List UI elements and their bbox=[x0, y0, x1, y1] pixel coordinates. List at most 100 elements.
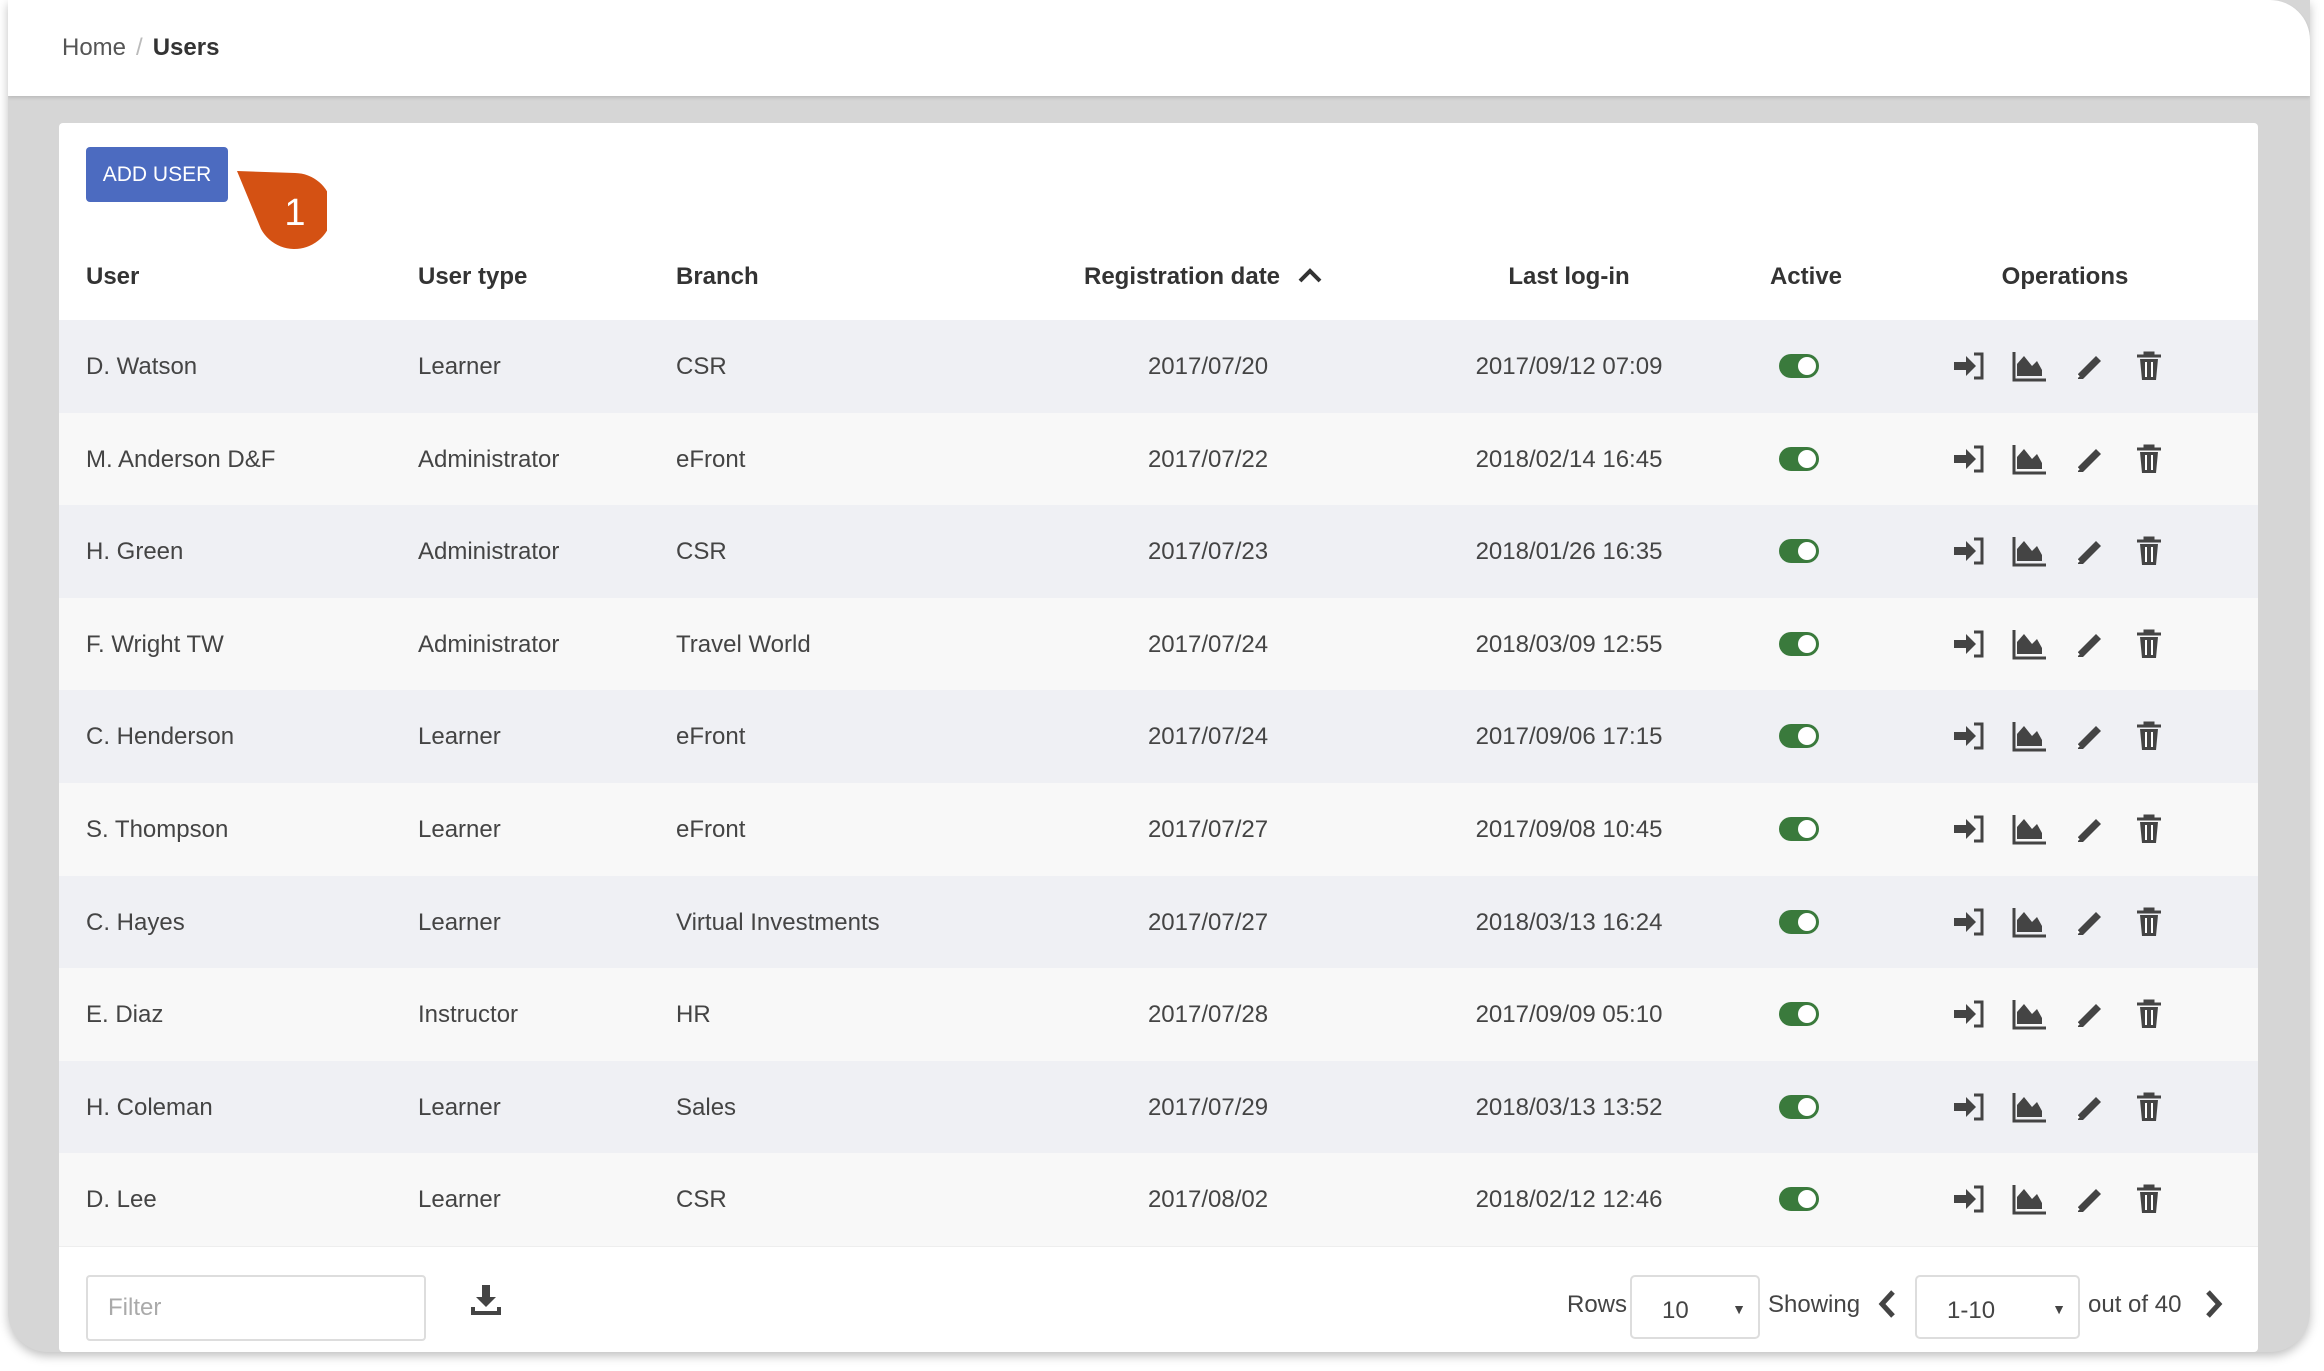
next-page-icon[interactable] bbox=[2204, 1289, 2224, 1319]
pencil-icon[interactable] bbox=[2072, 628, 2106, 660]
login-icon[interactable] bbox=[1952, 813, 1986, 845]
pencil-icon[interactable] bbox=[2072, 998, 2106, 1030]
cell-user[interactable]: C. Henderson bbox=[86, 723, 234, 751]
pencil-icon[interactable] bbox=[2072, 720, 2106, 752]
chart-area-icon[interactable] bbox=[2012, 535, 2046, 567]
pencil-icon[interactable] bbox=[2072, 1183, 2106, 1215]
chart-area-icon[interactable] bbox=[2012, 906, 2046, 938]
active-toggle[interactable] bbox=[1779, 1002, 1819, 1027]
header-operations: Operations bbox=[2001, 263, 2129, 290]
cell-user[interactable]: S. Thompson bbox=[86, 816, 228, 844]
out-of-label: out of 40 bbox=[2088, 1291, 2182, 1318]
cell-last-login: 2018/01/26 16:35 bbox=[1475, 538, 1663, 566]
users-card: ADD USER 1 User User type Branch Registr… bbox=[59, 123, 2258, 1352]
callout-number: 1 bbox=[284, 192, 305, 234]
chart-area-icon[interactable] bbox=[2012, 443, 2046, 475]
login-icon[interactable] bbox=[1952, 1183, 1986, 1215]
cell-user[interactable]: E. Diaz bbox=[86, 1001, 163, 1029]
breadcrumb-home[interactable]: Home bbox=[62, 34, 126, 61]
cell-registration-date: 2017/07/23 bbox=[1147, 538, 1269, 566]
cell-last-login: 2017/09/08 10:45 bbox=[1475, 816, 1663, 843]
trash-icon[interactable] bbox=[2132, 628, 2166, 660]
rows-per-page-select[interactable]: 10 ▼ bbox=[1630, 1275, 1760, 1339]
cell-registration-date: 2017/07/27 bbox=[1147, 908, 1269, 936]
trash-icon[interactable] bbox=[2132, 350, 2166, 382]
cell-branch: eFront bbox=[676, 816, 746, 843]
trash-icon[interactable] bbox=[2132, 813, 2166, 845]
cell-last-login: 2018/03/13 16:24 bbox=[1475, 908, 1663, 936]
trash-icon[interactable] bbox=[2132, 998, 2166, 1030]
cell-user[interactable]: D. Lee bbox=[86, 1186, 157, 1214]
cell-user[interactable]: C. Hayes bbox=[86, 909, 185, 937]
chart-area-icon[interactable] bbox=[2012, 628, 2046, 660]
pencil-icon[interactable] bbox=[2072, 813, 2106, 845]
login-icon[interactable] bbox=[1952, 1091, 1986, 1123]
add-user-button[interactable]: ADD USER bbox=[86, 147, 228, 202]
header-user-type[interactable]: User type bbox=[418, 263, 527, 291]
top-bar: Home / Users bbox=[8, 0, 2310, 96]
active-toggle[interactable] bbox=[1779, 539, 1819, 564]
cell-branch: HR bbox=[676, 1001, 711, 1029]
trash-icon[interactable] bbox=[2132, 535, 2166, 567]
header-user[interactable]: User bbox=[86, 263, 139, 291]
active-toggle[interactable] bbox=[1779, 631, 1819, 656]
header-active[interactable]: Active bbox=[1770, 263, 1842, 291]
pencil-icon[interactable] bbox=[2072, 350, 2106, 382]
cell-user-type: Administrator bbox=[418, 538, 560, 566]
header-branch[interactable]: Branch bbox=[676, 263, 759, 291]
pencil-icon[interactable] bbox=[2072, 443, 2106, 475]
cell-user[interactable]: M. Anderson D&F bbox=[86, 446, 275, 474]
download-icon[interactable] bbox=[469, 1283, 503, 1317]
table-row: E. Diaz Instructor HR 2017/07/28 2017/09… bbox=[59, 968, 2258, 1062]
cell-user[interactable]: H. Coleman bbox=[86, 1094, 213, 1122]
pencil-icon[interactable] bbox=[2072, 906, 2106, 938]
cell-registration-date: 2017/08/02 bbox=[1147, 1186, 1269, 1214]
sort-ascending-icon bbox=[1298, 268, 1322, 283]
login-icon[interactable] bbox=[1952, 906, 1986, 938]
breadcrumb: Home / Users bbox=[62, 34, 219, 62]
cell-user[interactable]: F. Wright TW bbox=[86, 631, 224, 659]
table-row: M. Anderson D&F Administrator eFront 201… bbox=[59, 412, 2258, 506]
cell-user[interactable]: D. Watson bbox=[86, 353, 197, 381]
cell-user-type: Learner bbox=[418, 908, 501, 936]
header-registration-date[interactable]: Registration date bbox=[1084, 263, 1323, 291]
trash-icon[interactable] bbox=[2132, 1183, 2166, 1215]
chart-area-icon[interactable] bbox=[2012, 1091, 2046, 1123]
cell-registration-date: 2017/07/29 bbox=[1147, 1093, 1269, 1121]
pencil-icon[interactable] bbox=[2072, 535, 2106, 567]
active-toggle[interactable] bbox=[1779, 1187, 1819, 1212]
pencil-icon[interactable] bbox=[2072, 1091, 2106, 1123]
previous-page-icon[interactable] bbox=[1877, 1289, 1897, 1319]
chart-area-icon[interactable] bbox=[2012, 1183, 2046, 1215]
active-toggle[interactable] bbox=[1779, 354, 1819, 378]
page-range-value: 1-10 bbox=[1947, 1297, 1996, 1324]
login-icon[interactable] bbox=[1952, 998, 1986, 1030]
filter-input[interactable] bbox=[86, 1275, 426, 1341]
header-last-login[interactable]: Last log-in bbox=[1508, 263, 1629, 291]
login-icon[interactable] bbox=[1952, 535, 1986, 567]
active-toggle[interactable] bbox=[1779, 909, 1819, 934]
page-range-select[interactable]: 1-10 ▼ bbox=[1915, 1275, 2080, 1339]
cell-user[interactable]: H. Green bbox=[86, 538, 183, 566]
trash-icon[interactable] bbox=[2132, 906, 2166, 938]
chart-area-icon[interactable] bbox=[2012, 998, 2046, 1030]
active-toggle[interactable] bbox=[1779, 724, 1819, 749]
header-registration-date-label: Registration date bbox=[1084, 263, 1281, 290]
table-row: D. Lee Learner CSR 2017/08/02 2018/02/12… bbox=[59, 1153, 2258, 1247]
trash-icon[interactable] bbox=[2132, 720, 2166, 752]
trash-icon[interactable] bbox=[2132, 1091, 2166, 1123]
cell-last-login: 2017/09/09 05:10 bbox=[1475, 1001, 1663, 1029]
login-icon[interactable] bbox=[1952, 350, 1986, 382]
cell-last-login: 2017/09/06 17:15 bbox=[1475, 723, 1663, 751]
chart-area-icon[interactable] bbox=[2012, 813, 2046, 845]
cell-branch: CSR bbox=[676, 538, 727, 566]
chart-area-icon[interactable] bbox=[2012, 350, 2046, 382]
active-toggle[interactable] bbox=[1779, 446, 1819, 471]
login-icon[interactable] bbox=[1952, 720, 1986, 752]
chart-area-icon[interactable] bbox=[2012, 720, 2046, 752]
login-icon[interactable] bbox=[1952, 628, 1986, 660]
active-toggle[interactable] bbox=[1779, 1094, 1819, 1119]
active-toggle[interactable] bbox=[1779, 817, 1819, 841]
trash-icon[interactable] bbox=[2132, 443, 2166, 475]
login-icon[interactable] bbox=[1952, 443, 1986, 475]
